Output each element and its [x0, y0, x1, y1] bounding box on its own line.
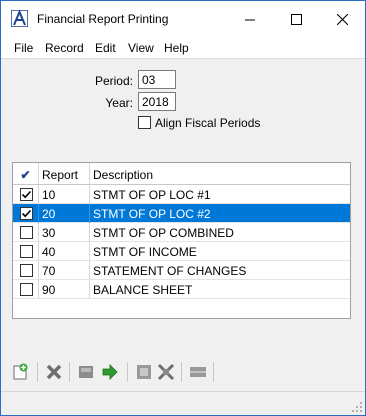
report-number: 40: [39, 242, 90, 261]
menu-view[interactable]: View: [128, 41, 154, 55]
go-button[interactable]: [99, 361, 121, 383]
app-window: Financial Report Printing File Record Ed…: [0, 0, 366, 416]
checkmark-icon: [21, 190, 32, 199]
row-checkbox[interactable]: [20, 283, 33, 296]
row-select-cell: [13, 280, 39, 299]
resize-grip-icon[interactable]: [351, 401, 363, 413]
report-number: 10: [39, 185, 90, 204]
menu-edit[interactable]: Edit: [95, 41, 116, 55]
report-description: STMT OF OP LOC #1: [93, 188, 211, 202]
report-number: 90: [39, 280, 90, 299]
maximize-button[interactable]: [273, 1, 319, 37]
rule-button[interactable]: [187, 361, 209, 383]
report-description: STMT OF INCOME: [93, 245, 197, 259]
table-row[interactable]: 90 BALANCE SHEET: [13, 280, 350, 299]
report-number: 70: [39, 261, 90, 280]
minimize-button[interactable]: [227, 1, 273, 37]
header-select-all[interactable]: ✔: [13, 163, 39, 184]
report-number: 20: [39, 204, 90, 223]
window-title: Financial Report Printing: [37, 12, 169, 26]
row-checkbox[interactable]: [20, 188, 33, 201]
minimize-icon: [244, 19, 255, 20]
row-select-cell: [13, 261, 39, 280]
collapse-button[interactable]: [155, 361, 177, 383]
save-icon: [79, 366, 93, 378]
row-select-cell: [13, 185, 39, 204]
table-row[interactable]: 10 STMT OF OP LOC #1: [13, 185, 350, 204]
row-select-cell: [13, 204, 39, 223]
delete-icon: [46, 364, 62, 380]
report-description: STMT OF OP COMBINED: [93, 226, 234, 240]
align-fiscal-checkbox[interactable]: [138, 116, 151, 129]
menu-help[interactable]: Help: [164, 41, 189, 55]
collapse-icon: [157, 363, 175, 381]
menu-bar: File Record Edit View Help: [1, 37, 365, 59]
clear-button[interactable]: [133, 361, 155, 383]
new-record-icon: [13, 363, 28, 380]
table-row[interactable]: 70 STATEMENT OF CHANGES: [13, 261, 350, 280]
toolbar-separator: [127, 362, 128, 382]
maximize-icon: [290, 13, 302, 25]
report-grid: ✔ Report Description 10 STMT OF OP LOC #1…: [12, 162, 351, 319]
row-checkbox[interactable]: [20, 245, 33, 258]
close-button[interactable]: [319, 1, 365, 37]
grid-header: ✔ Report Description: [13, 163, 350, 185]
report-number: 30: [39, 223, 90, 242]
title-bar: Financial Report Printing: [1, 1, 365, 37]
delete-button[interactable]: [43, 361, 65, 383]
checkmark-icon: [21, 209, 32, 218]
row-checkbox[interactable]: [20, 264, 33, 277]
rule-icon: [190, 367, 206, 377]
toolbar: [1, 357, 365, 387]
go-icon: [102, 364, 118, 380]
toolbar-separator: [69, 362, 70, 382]
close-icon: [336, 13, 348, 25]
row-checkbox[interactable]: [20, 207, 33, 220]
app-logo-icon: [11, 10, 28, 27]
header-description[interactable]: Description: [90, 163, 350, 184]
status-bar: [1, 391, 365, 415]
table-row[interactable]: 40 STMT OF INCOME: [13, 242, 350, 261]
menu-file[interactable]: File: [14, 41, 33, 55]
new-record-button[interactable]: [9, 361, 31, 383]
align-fiscal-label: Align Fiscal Periods: [155, 116, 261, 130]
row-checkbox[interactable]: [20, 226, 33, 239]
period-input[interactable]: [138, 70, 176, 89]
toolbar-separator: [37, 362, 38, 382]
toolbar-separator: [181, 362, 182, 382]
table-row[interactable]: 30 STMT OF OP COMBINED: [13, 223, 350, 242]
report-description: STMT OF OP LOC #2: [93, 207, 211, 221]
period-label: Period:: [94, 74, 133, 88]
menu-record[interactable]: Record: [45, 41, 84, 55]
row-select-cell: [13, 242, 39, 261]
clear-icon: [137, 365, 151, 379]
save-button[interactable]: [75, 361, 97, 383]
table-row[interactable]: 20 STMT OF OP LOC #2: [13, 204, 350, 223]
report-description: BALANCE SHEET: [93, 283, 193, 297]
header-report[interactable]: Report: [39, 163, 90, 184]
row-select-cell: [13, 223, 39, 242]
year-input[interactable]: [138, 92, 176, 111]
report-description: STATEMENT OF CHANGES: [93, 264, 247, 278]
toolbar-separator: [213, 362, 214, 382]
year-label: Year:: [105, 96, 133, 110]
